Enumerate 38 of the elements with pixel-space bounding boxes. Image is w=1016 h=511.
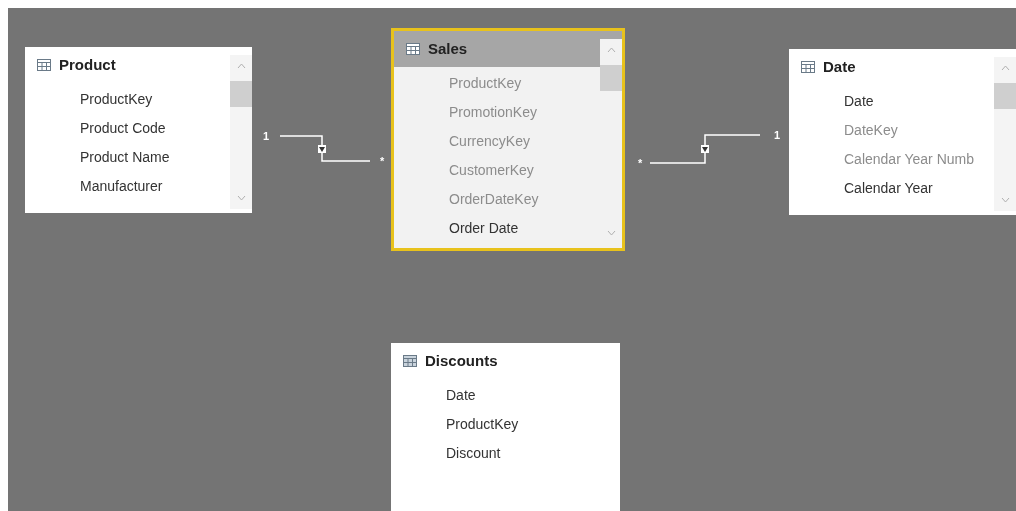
table-icon: [37, 59, 51, 71]
chevron-up-icon[interactable]: [606, 47, 616, 53]
cardinality-label: *: [638, 156, 643, 171]
field-name[interactable]: ProductKey: [446, 410, 519, 439]
table-title: Sales: [428, 38, 468, 59]
scrollbar[interactable]: [994, 57, 1016, 211]
cardinality-label: 1: [263, 129, 270, 144]
field-name[interactable]: Product Code: [80, 114, 166, 143]
field-name[interactable]: Date: [446, 381, 476, 410]
field-name[interactable]: Calendar Year: [844, 174, 933, 203]
table-card[interactable]: Product ProductKey Product Code Product Name Manufacturer: [25, 47, 252, 213]
cardinality-label: *: [380, 154, 385, 169]
table-title: Date: [823, 56, 856, 77]
table-card[interactable]: Sales ProductKey PromotionKey CurrencyKey CustomerKey OrderDateKey Order Date: [391, 28, 625, 251]
field-name[interactable]: DateKey: [844, 116, 898, 145]
cardinality-label: 1: [774, 128, 781, 143]
scroll-thumb[interactable]: [994, 83, 1016, 109]
chevron-down-icon[interactable]: [606, 230, 616, 236]
field-name[interactable]: Discount: [446, 439, 501, 468]
chevron-down-icon[interactable]: [236, 195, 246, 201]
scroll-thumb[interactable]: [230, 81, 252, 107]
chevron-up-icon[interactable]: [236, 63, 246, 69]
field-name[interactable]: Order Date: [449, 214, 519, 243]
chevron-up-icon[interactable]: [1000, 65, 1010, 71]
scroll-thumb[interactable]: [600, 65, 622, 91]
chevron-down-icon[interactable]: [1000, 197, 1010, 203]
field-name[interactable]: Date: [844, 87, 874, 116]
table-card[interactable]: Discounts Date ProductKey Discount: [391, 343, 620, 511]
table-icon: [801, 61, 815, 73]
table-icon: [403, 355, 417, 367]
field-name[interactable]: ProductKey: [80, 85, 153, 114]
table-title: Product: [59, 54, 116, 75]
scrollbar[interactable]: [230, 55, 252, 209]
field-name[interactable]: Product Name: [80, 143, 170, 172]
table-title: Discounts: [425, 350, 498, 371]
table-icon: [406, 43, 420, 55]
field-name[interactable]: Manufacturer: [80, 172, 163, 201]
table-card[interactable]: Date Date DateKey Calendar Year Numb Calendar Year: [789, 49, 1016, 215]
